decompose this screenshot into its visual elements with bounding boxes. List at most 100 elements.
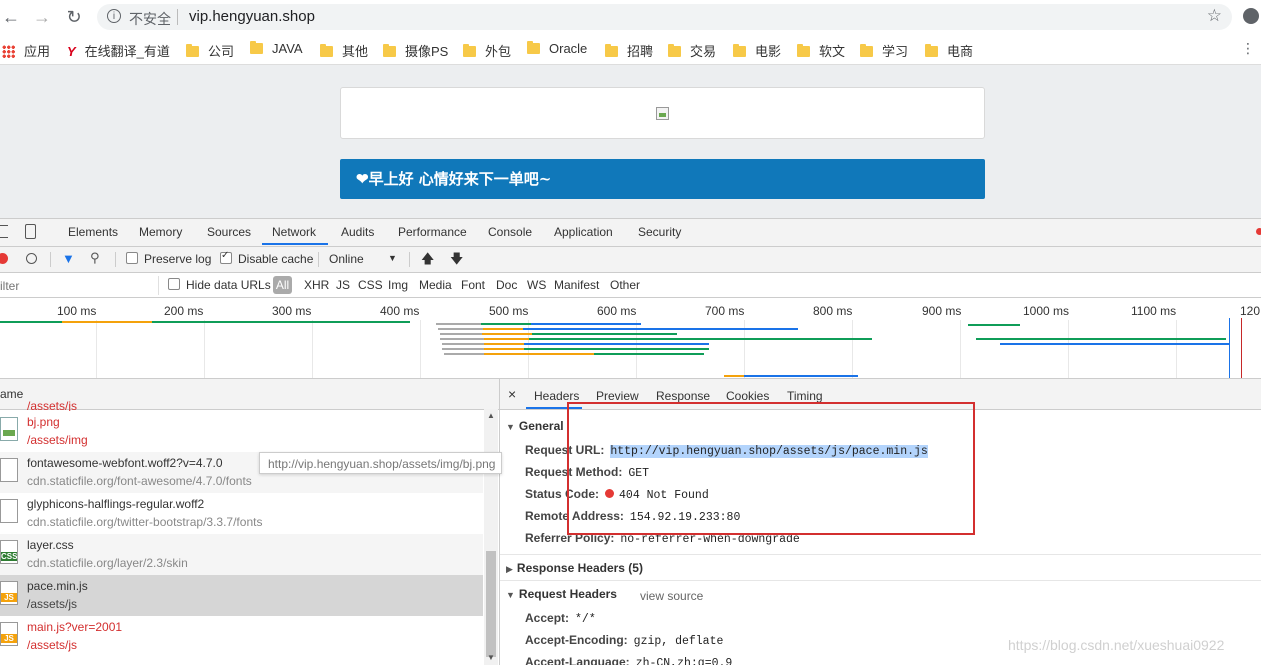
filter-type-all[interactable]: All [273, 276, 292, 294]
header-value[interactable]: GET [628, 467, 649, 480]
tab-preview[interactable]: Preview [596, 389, 639, 403]
tab-application[interactable]: Application [554, 225, 613, 239]
folder-icon [860, 44, 873, 57]
bookmark-folder[interactable]: 其他 [320, 41, 368, 60]
chevron-down-icon[interactable]: ▼ [388, 253, 397, 263]
export-har-icon[interactable]: 🡇 [450, 250, 463, 272]
filter-type-media[interactable]: Media [419, 278, 452, 292]
bookmark-folder[interactable]: 交易 [668, 41, 716, 60]
filter-input[interactable] [0, 276, 159, 295]
header-value[interactable]: no-referrer-when-downgrade [620, 533, 799, 546]
tab-memory[interactable]: Memory [139, 225, 182, 239]
forward-button[interactable]: → [31, 6, 53, 28]
scrollbar-thumb[interactable] [486, 551, 496, 657]
header-row: Accept: */* [525, 611, 596, 626]
active-tab-indicator [262, 243, 328, 245]
filter-type-other[interactable]: Other [610, 278, 640, 292]
request-row[interactable]: CSS layer.css cdn.staticfile.org/layer/2… [0, 534, 483, 575]
folder-icon [668, 44, 681, 57]
filter-type-font[interactable]: Font [461, 278, 485, 292]
header-value[interactable]: 154.92.19.233:80 [630, 511, 740, 524]
scroll-down-icon[interactable]: ▼ [487, 653, 495, 662]
bookmark-label: Oracle [549, 41, 588, 56]
header-value[interactable]: 404 Not Found [619, 489, 709, 502]
bookmark-apps[interactable]: 应用 [2, 41, 50, 60]
address-bar[interactable]: i 不安全 vip.hengyuan.shop ☆ [97, 4, 1232, 30]
bookmark-folder[interactable]: 招聘 [605, 41, 653, 60]
bookmark-folder[interactable]: Oracle [527, 41, 587, 56]
bookmark-folder[interactable]: 摄像PS [383, 41, 448, 60]
tab-elements[interactable]: Elements [68, 225, 118, 239]
filter-type-ws[interactable]: WS [527, 278, 546, 292]
close-icon[interactable]: × [508, 386, 516, 402]
error-indicator-icon[interactable] [1256, 228, 1261, 235]
filter-type-xhr[interactable]: XHR [304, 278, 329, 292]
tab-response[interactable]: Response [656, 389, 710, 403]
filter-funnel-icon[interactable]: ▼ [62, 251, 75, 266]
view-source-link[interactable]: view source [640, 589, 703, 603]
section-response-headers[interactable]: ▶ Response Headers (5) [506, 561, 643, 575]
bookmark-folder[interactable]: JAVA [250, 41, 303, 56]
bookmark-folder[interactable]: 软文 [797, 41, 845, 60]
tab-timing[interactable]: Timing [787, 389, 823, 403]
import-har-icon[interactable]: 🡅 [421, 250, 434, 272]
reload-button[interactable]: ↻ [63, 6, 85, 28]
request-row[interactable]: bj.png /assets/img [0, 411, 483, 452]
tab-network[interactable]: Network [272, 225, 316, 239]
info-icon[interactable]: i [107, 9, 121, 23]
device-toolbar-icon[interactable] [25, 224, 36, 239]
extension-icon[interactable] [1243, 8, 1259, 24]
waterfall-bar [481, 323, 531, 325]
request-row[interactable]: glyphicons-halflings-regular.woff2 cdn.s… [0, 493, 483, 534]
tab-console[interactable]: Console [488, 225, 532, 239]
search-icon[interactable]: ⚲ [90, 250, 100, 266]
bookmark-folder[interactable]: 电影 [733, 41, 781, 60]
header-value[interactable]: */* [575, 613, 596, 626]
waterfall-bar [442, 343, 484, 345]
filter-type-doc[interactable]: Doc [496, 278, 517, 292]
filter-type-manifest[interactable]: Manifest [554, 278, 599, 292]
clear-icon[interactable] [26, 253, 37, 264]
tab-sources[interactable]: Sources [207, 225, 251, 239]
bookmark-folder[interactable]: 电商 [925, 41, 973, 60]
scroll-up-icon[interactable]: ▲ [487, 411, 495, 420]
filter-type-img[interactable]: Img [388, 278, 408, 292]
hide-data-urls-checkbox[interactable]: Hide data URLs [168, 278, 271, 292]
inspect-element-icon[interactable] [0, 225, 8, 238]
back-button[interactable]: ← [0, 6, 22, 28]
filter-type-css[interactable]: CSS [358, 278, 383, 292]
waterfall-bar [484, 353, 594, 355]
header-value[interactable]: gzip, deflate [634, 635, 724, 648]
section-request-headers[interactable]: ▼ Request Headers [506, 587, 617, 601]
tab-audits[interactable]: Audits [341, 225, 374, 239]
tab-headers[interactable]: Headers [534, 389, 579, 403]
throttle-select[interactable]: Online [329, 252, 364, 266]
section-general[interactable]: ▼ General [506, 419, 564, 433]
bookmark-star-icon[interactable]: ☆ [1207, 6, 1222, 26]
disable-cache-checkbox[interactable]: Disable cache [220, 250, 313, 266]
request-row[interactable]: JS main.js?ver=2001 /assets/js [0, 616, 483, 657]
bookmark-youdao[interactable]: Y 在线翻译_有道 [67, 41, 170, 60]
network-overview-timeline[interactable]: 100 ms 200 ms 300 ms 400 ms 500 ms 600 m… [0, 298, 1261, 382]
security-label[interactable]: 不安全 [129, 9, 171, 29]
request-list-scrollbar[interactable]: ▲ ▼ [484, 409, 498, 665]
bookmark-folder[interactable]: 外包 [463, 41, 511, 60]
preserve-log-checkbox[interactable]: Preserve log [126, 252, 211, 266]
header-value[interactable]: http://vip.hengyuan.shop/assets/js/pace.… [610, 445, 928, 458]
url-text[interactable]: vip.hengyuan.shop [189, 8, 315, 25]
folder-icon [733, 44, 746, 57]
header-key: Referrer Policy: [525, 531, 615, 545]
bookmark-folder[interactable]: 学习 [860, 41, 908, 60]
timeline-tick-label: 800 ms [813, 304, 853, 318]
timeline-gridline [852, 320, 853, 378]
record-icon[interactable] [0, 253, 8, 264]
request-row-selected[interactable]: JS pace.min.js /assets/js [0, 575, 483, 616]
filter-type-js[interactable]: JS [336, 278, 350, 292]
bookmark-folder[interactable]: 公司 [186, 41, 234, 60]
tab-performance[interactable]: Performance [398, 225, 467, 239]
bookmarks-more-icon[interactable]: ⋮ [1241, 40, 1255, 57]
folder-icon [463, 44, 476, 57]
tab-security[interactable]: Security [638, 225, 681, 239]
request-row[interactable]: /assets/js [0, 399, 483, 411]
tab-cookies[interactable]: Cookies [726, 389, 769, 403]
